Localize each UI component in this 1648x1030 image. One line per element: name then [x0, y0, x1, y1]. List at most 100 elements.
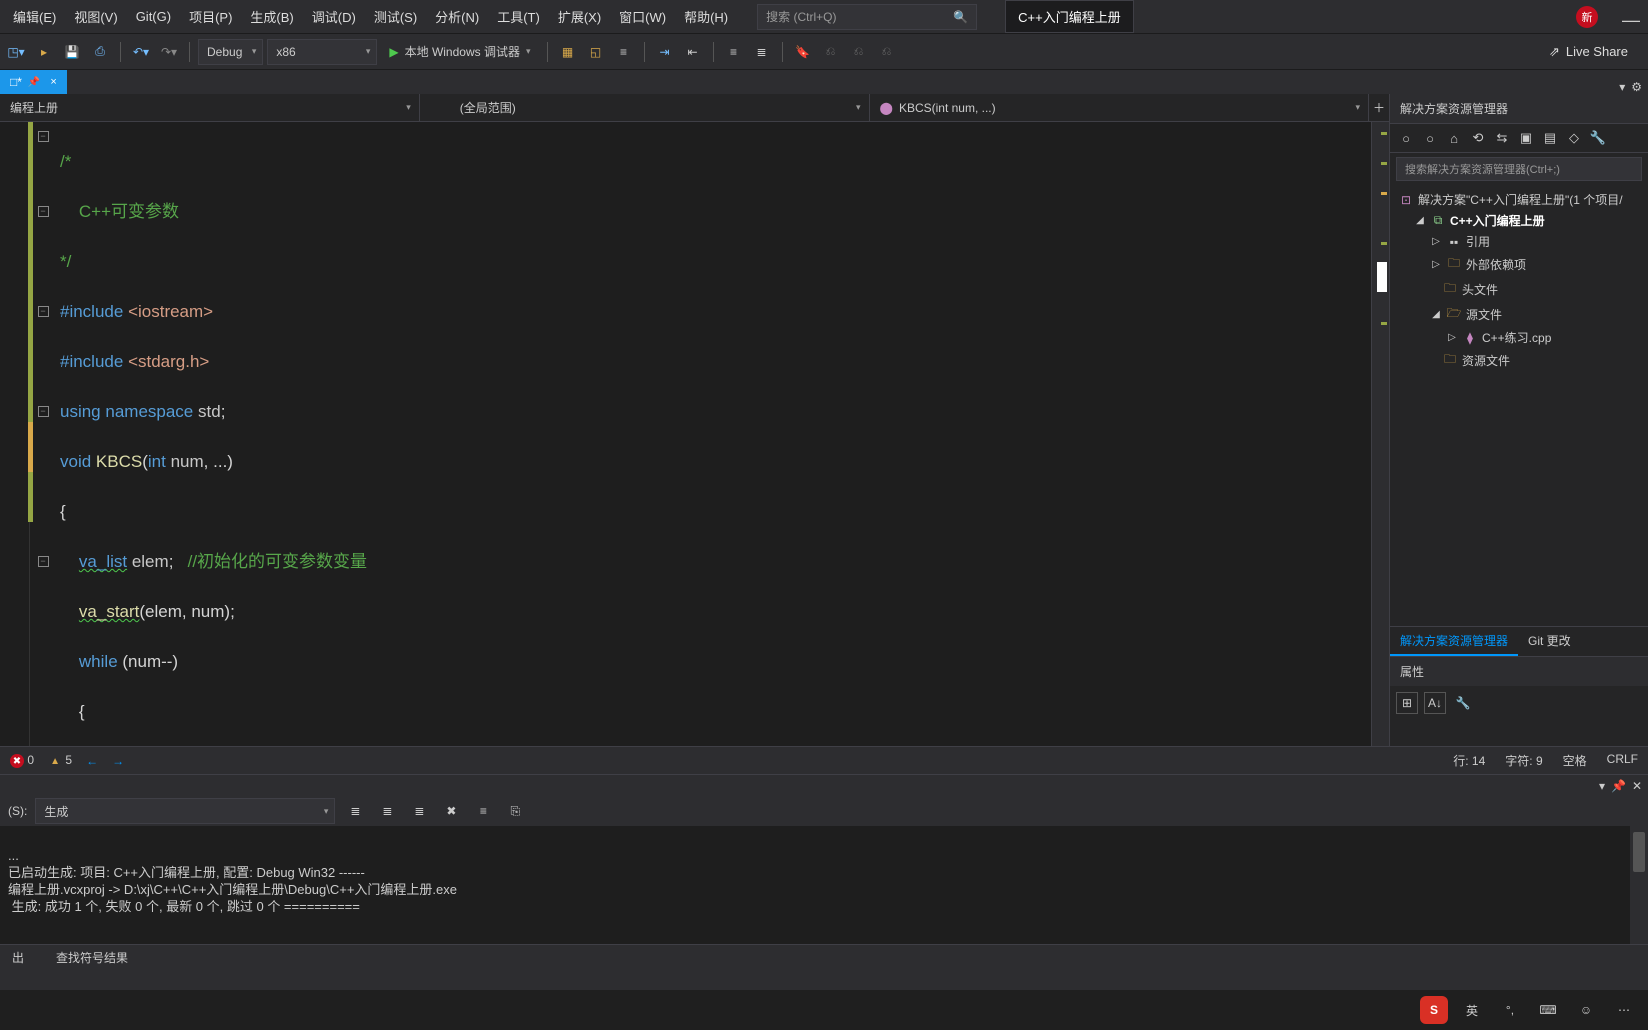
ime-sogou-icon[interactable]: S: [1420, 996, 1448, 1024]
output-text[interactable]: ... 已启动生成: 项目: C++入门编程上册, 配置: Debug Win3…: [0, 826, 1648, 944]
alphabetize-icon[interactable]: A↓: [1424, 692, 1446, 714]
editor-scrollbar[interactable]: [1371, 122, 1389, 746]
status-line[interactable]: 行: 14: [1453, 752, 1485, 769]
preview-icon[interactable]: ◇: [1564, 128, 1584, 148]
tree-resource-files[interactable]: 🗀 资源文件: [1390, 348, 1648, 373]
menu-view[interactable]: 视图(V): [65, 1, 126, 32]
undo-icon[interactable]: ↶▾: [129, 40, 153, 64]
menu-build[interactable]: 生成(B): [241, 1, 302, 32]
menu-edit[interactable]: 编辑(E): [4, 1, 65, 32]
new-badge[interactable]: 新: [1576, 6, 1598, 28]
wrench-icon[interactable]: 🔧: [1588, 128, 1608, 148]
nav-dropdown-file[interactable]: 编程上册: [0, 94, 420, 121]
fold-toggle[interactable]: −: [38, 306, 49, 317]
save-icon[interactable]: 💾: [60, 40, 84, 64]
fold-toggle[interactable]: −: [38, 556, 49, 567]
tree-solution-root[interactable]: ⊡ 解决方案"C++入门编程上册"(1 个项目/: [1390, 189, 1648, 210]
output-tab-out[interactable]: 出: [4, 945, 32, 970]
showall-icon[interactable]: ▣: [1516, 128, 1536, 148]
tree-source-files[interactable]: ◢ 🗁 源文件: [1390, 302, 1648, 327]
run-debugger-button[interactable]: ▶ 本地 Windows 调试器 ▾: [381, 39, 538, 65]
tb-icon-6[interactable]: ≡: [722, 40, 746, 64]
pin-icon[interactable]: 📌: [1611, 779, 1626, 793]
status-eol[interactable]: CRLF: [1607, 752, 1638, 769]
split-icon[interactable]: ＋: [1369, 99, 1389, 116]
code-content[interactable]: /* C++可变参数 */ #include <iostream> #inclu…: [56, 122, 1371, 746]
tb-icon-8[interactable]: ⎌: [819, 40, 843, 64]
solution-search-input[interactable]: 搜索解决方案资源管理器(Ctrl+;): [1396, 157, 1642, 181]
expand-arrow-icon[interactable]: ◢: [1414, 215, 1426, 226]
editor-tab-active[interactable]: □* 📌 ×: [0, 70, 67, 94]
fold-toggle[interactable]: −: [38, 206, 49, 217]
menu-help[interactable]: 帮助(H): [675, 1, 737, 32]
fold-toggle[interactable]: −: [38, 406, 49, 417]
nav-forward-icon[interactable]: →: [112, 754, 124, 768]
categorize-icon[interactable]: ⊞: [1396, 692, 1418, 714]
ime-punct-icon[interactable]: °,: [1496, 996, 1524, 1024]
tree-references[interactable]: ▷ ▪▪ 引用: [1390, 231, 1648, 252]
status-indent[interactable]: 空格: [1563, 752, 1587, 769]
ime-lang[interactable]: 英: [1458, 996, 1486, 1024]
fold-toggle[interactable]: −: [38, 131, 49, 142]
properties-icon[interactable]: ▤: [1540, 128, 1560, 148]
output-icon-1[interactable]: ≣: [343, 799, 367, 823]
quick-search-input[interactable]: 搜索 (Ctrl+Q) 🔍: [757, 4, 977, 30]
ime-menu-icon[interactable]: ⋯: [1610, 996, 1638, 1024]
tree-project[interactable]: ◢ ⧉ C++入门编程上册: [1390, 210, 1648, 231]
tb-icon-4[interactable]: ⇥: [653, 40, 677, 64]
warning-count[interactable]: ▲ 5: [48, 753, 72, 769]
wrap-icon[interactable]: ≡: [471, 799, 495, 823]
close-icon[interactable]: ✕: [1632, 779, 1642, 793]
expand-arrow-icon[interactable]: ▷: [1430, 236, 1442, 247]
minimize-button[interactable]: —: [1622, 10, 1640, 31]
tb-icon-7[interactable]: ≣: [750, 40, 774, 64]
home-icon[interactable]: ⌂: [1444, 128, 1464, 148]
close-icon[interactable]: ×: [50, 76, 56, 88]
collapse-icon[interactable]: ⇆: [1492, 128, 1512, 148]
clear-icon[interactable]: ✖: [439, 799, 463, 823]
menu-project[interactable]: 项目(P): [180, 1, 241, 32]
menu-debug[interactable]: 调试(D): [303, 1, 365, 32]
nav-back-icon[interactable]: ←: [86, 754, 98, 768]
nav-dropdown-scope[interactable]: (全局范围): [420, 94, 870, 121]
ime-emoji-icon[interactable]: ☺: [1572, 996, 1600, 1024]
pin-icon[interactable]: 📌: [28, 77, 40, 88]
menu-analyze[interactable]: 分析(N): [426, 1, 488, 32]
tb-icon-10[interactable]: ⎌: [875, 40, 899, 64]
error-count[interactable]: ✖ 0: [10, 753, 34, 769]
menu-window[interactable]: 窗口(W): [610, 1, 675, 32]
tree-source-file[interactable]: ▷ ⧫ C++练习.cpp: [1390, 327, 1648, 348]
new-file-icon[interactable]: ◳▾: [4, 40, 28, 64]
project-title-button[interactable]: C++入门编程上册: [1005, 0, 1134, 33]
output-tab-find-symbol[interactable]: 查找符号结果: [48, 945, 136, 970]
open-file-icon[interactable]: ▸: [32, 40, 56, 64]
expand-arrow-icon[interactable]: ▷: [1446, 332, 1458, 343]
tree-external-deps[interactable]: ▷ 🗀 外部依赖项: [1390, 252, 1648, 277]
bookmark-icon[interactable]: 🔖: [791, 40, 815, 64]
menu-test[interactable]: 测试(S): [365, 1, 426, 32]
wrench-icon[interactable]: 🔧: [1452, 692, 1474, 714]
ime-keyboard-icon[interactable]: ⌨: [1534, 996, 1562, 1024]
settings-icon[interactable]: ⚙: [1631, 80, 1642, 94]
sync-icon[interactable]: ⟲: [1468, 128, 1488, 148]
tab-git-changes[interactable]: Git 更改: [1518, 627, 1581, 656]
menu-extensions[interactable]: 扩展(X): [549, 1, 610, 32]
liveshare-button[interactable]: ⇗ Live Share: [1549, 44, 1628, 60]
output-icon-3[interactable]: ≣: [407, 799, 431, 823]
nav-dropdown-symbol[interactable]: ⬤ KBCS(int num, ...): [870, 94, 1370, 121]
tab-solution-explorer[interactable]: 解决方案资源管理器: [1390, 627, 1518, 656]
output-scrollbar[interactable]: [1630, 826, 1648, 944]
menu-git[interactable]: Git(G): [127, 3, 180, 30]
code-editor[interactable]: − − − − − /* C++可变参数 */ #include <iostre…: [0, 122, 1389, 746]
config-dropdown[interactable]: Debug: [198, 39, 263, 65]
save-all-icon[interactable]: ⎙: [88, 40, 112, 64]
menu-tools[interactable]: 工具(T): [488, 1, 549, 32]
tb-icon-1[interactable]: ▦: [556, 40, 580, 64]
output-icon-4[interactable]: ⎘: [503, 799, 527, 823]
tb-icon-9[interactable]: ⎌: [847, 40, 871, 64]
tree-header-files[interactable]: 🗀 头文件: [1390, 277, 1648, 302]
redo-icon[interactable]: ↷▾: [157, 40, 181, 64]
output-source-dropdown[interactable]: 生成: [35, 798, 335, 824]
tab-overflow-icon[interactable]: ▾: [1619, 80, 1625, 94]
platform-dropdown[interactable]: x86: [267, 39, 377, 65]
